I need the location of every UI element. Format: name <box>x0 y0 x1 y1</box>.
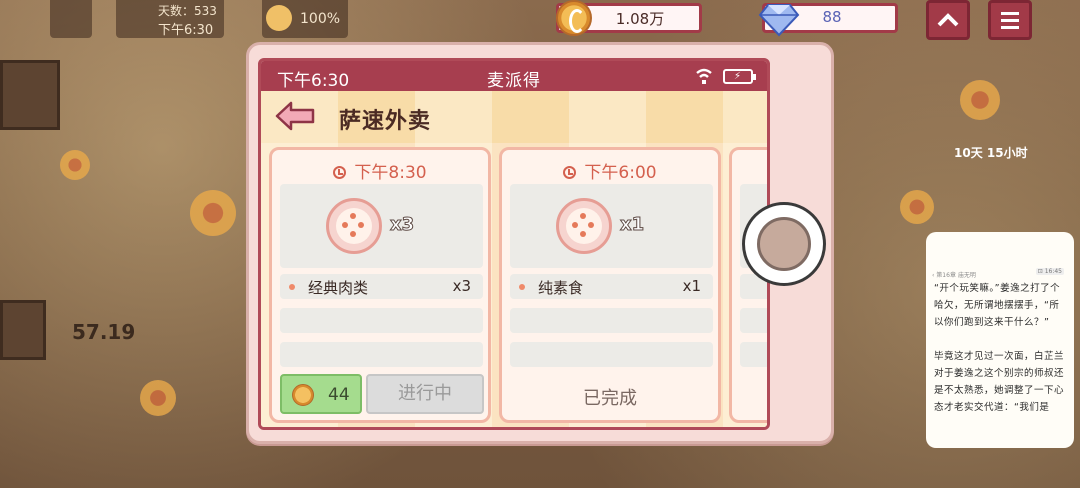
item-quantity: x3 <box>452 277 471 295</box>
coin-value: 1.08万 <box>615 10 665 28</box>
food-preview: x3 <box>280 184 483 268</box>
order-item-row: 纯素食 x1 <box>510 274 713 299</box>
menu-button[interactable] <box>988 0 1032 40</box>
order-card[interactable]: 下午6:00 x1 纯素食 x1 已完成 <box>499 147 721 423</box>
app-header: 萨速外卖 <box>261 91 767 143</box>
happiness-panel: 100% <box>262 0 348 38</box>
pizza-icon <box>326 198 382 254</box>
gem-value: 88 <box>822 8 842 26</box>
up-arrow-icon <box>937 13 959 27</box>
empty-item-row <box>280 308 483 333</box>
paragraph: “开个玩笑嘛。”姜逸之打了个哈欠，无所谓地摆摆手，“所以你们跑到这来干什么？” <box>934 283 1061 328</box>
shelf <box>0 300 46 360</box>
item-quantity: x1 <box>682 277 701 295</box>
back-arrow-icon[interactable] <box>275 101 317 131</box>
order-time: 下午8:30 <box>354 163 427 183</box>
empty-item-row <box>510 342 713 367</box>
item-name: 纯素食 <box>538 279 584 297</box>
scene-timer: 57.19 <box>72 320 136 344</box>
empty-item-row <box>510 308 713 333</box>
day-counter: 天数：533 <box>158 4 217 18</box>
reward-value: 44 <box>328 385 350 405</box>
menu-icon <box>1001 12 1019 29</box>
bullet <box>289 284 295 290</box>
item-name: 经典肉类 <box>308 279 369 297</box>
completed-label: 已完成 <box>583 388 637 409</box>
food-preview: x1 <box>510 184 713 268</box>
day-time-panel: 天数：533 下午6:30 <box>116 0 224 38</box>
page-title: 萨速外卖 <box>339 109 432 134</box>
avatar-button[interactable] <box>50 0 92 38</box>
clock-icon <box>333 166 347 179</box>
empty-item-row <box>740 342 767 367</box>
empty-item-row <box>280 342 483 367</box>
game-clock: 下午6:30 <box>158 23 214 38</box>
flower-decoration <box>960 80 1000 120</box>
flower-decoration <box>900 190 934 224</box>
paragraph: 毕竟这才见过一次面，白芷兰对于姜逸之这个别宗的师叔还是不太熟悉，她调整了一下心态… <box>934 351 1065 413</box>
order-time-row: 下午8:30 <box>272 158 488 183</box>
reader-overlay[interactable]: ‹ 第16章 庙无明 ⊡ 16:45 “开个玩笑嘛。”姜逸之打了个哈欠，无所谓地… <box>926 232 1074 448</box>
collapse-button[interactable] <box>926 0 970 40</box>
flower-decoration <box>190 190 236 236</box>
reader-text: “开个玩笑嘛。”姜逸之打了个哈欠，无所谓地摆摆手，“所以你们跑到这来干什么？” … <box>934 280 1066 416</box>
shelf <box>0 60 60 130</box>
order-time-row: 下午6:00 <box>502 158 718 183</box>
app-name: 麦派得 <box>487 71 541 91</box>
happiness-value: 100% <box>300 11 341 27</box>
food-count: x1 <box>619 214 645 236</box>
battery-icon: ⚡ <box>723 69 756 84</box>
bullet <box>519 284 525 290</box>
wifi-icon <box>696 68 712 84</box>
order-card[interactable] <box>729 147 767 423</box>
gem-icon <box>758 4 800 37</box>
order-item-row: 经典肉类 x3 <box>280 274 483 299</box>
scene-label: 10天 15小时 <box>954 146 1028 160</box>
food-count: x3 <box>389 214 415 236</box>
order-card[interactable]: 下午8:30 x3 经典肉类 x3 44 进行中 <box>269 147 491 423</box>
reward-button[interactable]: 44 <box>280 374 362 414</box>
scroll-knob[interactable] <box>742 202 826 286</box>
in-progress-button[interactable]: 进行中 <box>366 374 484 414</box>
phone-screen: 下午6:30 麦派得 ⚡ 萨速外卖 下午8:30 x3 经典肉类 x3 44 进… <box>258 58 770 430</box>
clock-icon <box>563 166 577 179</box>
coin-icon <box>556 0 592 36</box>
knob-center <box>757 217 811 271</box>
order-time: 下午6:00 <box>584 163 657 183</box>
phone-status-bar: 下午6:30 麦派得 ⚡ <box>261 61 767 91</box>
pizza-icon <box>556 198 612 254</box>
reader-badge: ⊡ 16:45 <box>1035 268 1064 275</box>
flower-decoration <box>60 150 90 180</box>
flower-decoration <box>140 380 176 416</box>
smiley-icon <box>266 5 292 31</box>
orders-list[interactable]: 下午8:30 x3 经典肉类 x3 44 进行中 下午6:00 x1 纯素食 x… <box>261 143 767 427</box>
empty-item-row <box>740 308 767 333</box>
coin-icon <box>292 384 314 406</box>
